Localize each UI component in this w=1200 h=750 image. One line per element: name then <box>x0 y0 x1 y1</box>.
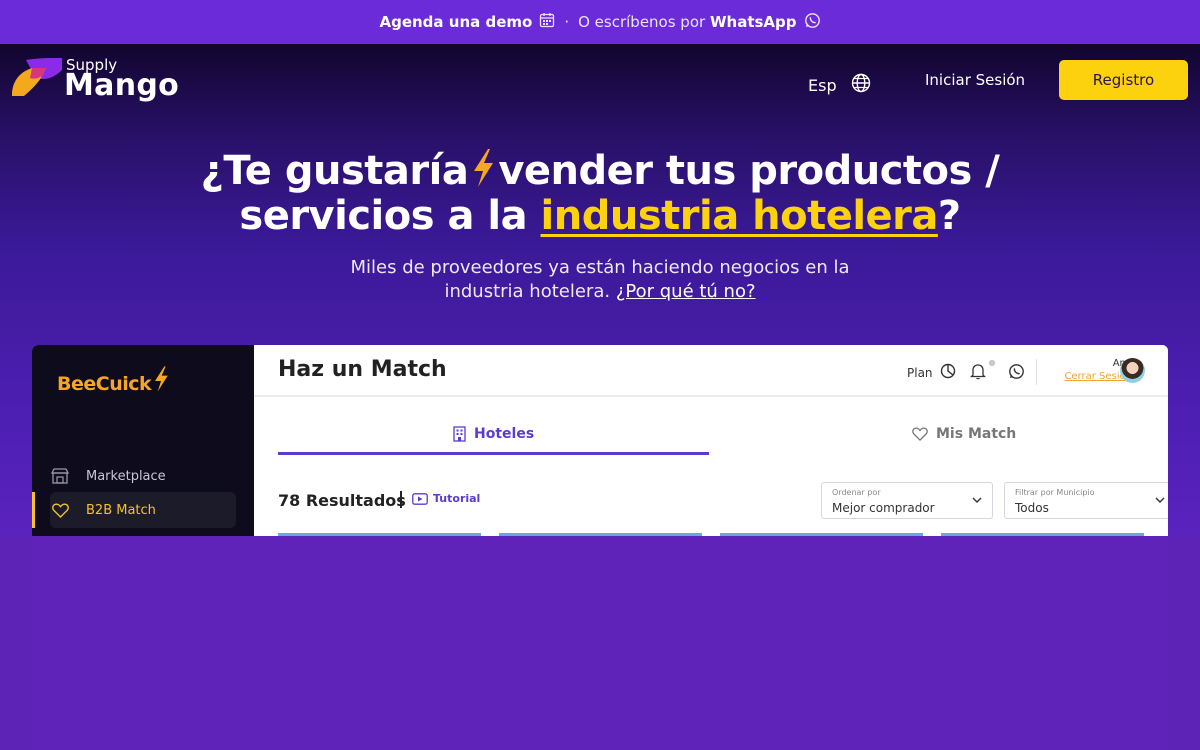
avatar[interactable] <box>1120 358 1145 383</box>
header-divider-line <box>254 395 1168 397</box>
brand-text: BeeCuick <box>57 373 152 395</box>
globe-icon <box>851 73 870 92</box>
result-card[interactable] <box>941 533 1144 536</box>
preview-sidebar: BeeCuick Marketplace B2B Match <box>32 345 254 536</box>
sidebar-item-marketplace[interactable]: Marketplace <box>50 458 236 494</box>
notification-dot-icon <box>988 359 996 367</box>
subtitle-text: Miles de proveedores ya están haciendo n… <box>350 257 850 302</box>
headline-end: ? <box>937 193 961 239</box>
result-card[interactable] <box>499 533 702 536</box>
result-card[interactable] <box>720 533 923 536</box>
play-video-icon <box>412 492 428 505</box>
preview-main: Haz un Match Plan Ana Cerrar Sesión Hote… <box>254 345 1168 536</box>
headline-part1: ¿Te gustaría <box>200 148 469 194</box>
hero-headline: ¿Te gustaría vender tus productos / servi… <box>150 148 1050 239</box>
tab-label: Hoteles <box>474 426 535 442</box>
heart-icon <box>50 503 70 518</box>
supply-mango-logo[interactable]: Supply Mango <box>12 56 179 103</box>
result-card[interactable] <box>278 533 481 536</box>
contact-text: O escríbenos por <box>578 13 706 31</box>
select-value: Todos <box>1015 501 1049 515</box>
order-select[interactable]: Ordenar por Mejor comprador <box>821 482 993 519</box>
lightning-icon <box>474 149 494 187</box>
building-icon <box>453 426 466 442</box>
headline-highlight: industria hotelera <box>540 193 939 239</box>
language-label: Esp <box>808 76 837 95</box>
headline-part2: vender tus productos / <box>498 148 1000 194</box>
plan-label[interactable]: Plan <box>907 366 933 380</box>
heart-icon <box>912 427 928 441</box>
select-value: Mejor comprador <box>832 501 935 515</box>
lightning-icon <box>155 366 168 392</box>
language-selector[interactable]: Esp <box>808 70 871 95</box>
announcement-bar: Agenda una demo · O escríbenos por Whats… <box>0 0 1200 44</box>
results-count: 78 Resultados <box>278 491 406 510</box>
demo-link[interactable]: Agenda una demo <box>379 13 532 31</box>
beecuick-logo: BeeCuick <box>57 365 171 395</box>
calendar-icon[interactable] <box>539 12 555 32</box>
page-title: Haz un Match <box>278 357 447 382</box>
whatsapp-icon[interactable] <box>804 12 821 33</box>
sidebar-item-b2b-match[interactable]: B2B Match <box>50 492 236 528</box>
municipality-filter-select[interactable]: Filtrar por Municipio Todos <box>1004 482 1168 519</box>
active-indicator <box>32 492 35 528</box>
tutorial-label: Tutorial <box>433 492 481 505</box>
register-button[interactable]: Registro <box>1059 60 1188 100</box>
tutorial-link[interactable]: Tutorial <box>412 492 480 505</box>
result-cards-row <box>278 533 1144 536</box>
store-icon <box>50 468 70 484</box>
chevron-down-icon <box>972 497 982 503</box>
hero-subtitle: Miles de proveedores ya están haciendo n… <box>330 256 870 304</box>
logo-big-text: Mango <box>64 68 180 103</box>
headline-part3: servicios a la <box>239 193 528 239</box>
app-preview: BeeCuick Marketplace B2B Match Haz un Ma… <box>32 345 1168 536</box>
whatsapp-link[interactable]: WhatsApp <box>710 13 797 31</box>
login-link[interactable]: Iniciar Sesión <box>925 71 1025 89</box>
tab-label: Mis Match <box>936 426 1017 442</box>
mango-logo-icon <box>12 58 62 96</box>
lower-panel <box>32 536 1168 750</box>
select-label: Filtrar por Municipio <box>1015 488 1095 497</box>
separator-dot: · <box>564 13 570 31</box>
sidebar-item-label: B2B Match <box>86 502 156 518</box>
chevron-down-icon <box>1155 497 1165 503</box>
pie-chart-icon[interactable] <box>940 363 956 379</box>
bell-icon[interactable] <box>970 363 986 380</box>
why-not-link[interactable]: ¿Por qué tú no? <box>616 281 756 302</box>
logout-link[interactable]: Cerrar Sesión <box>1014 371 1132 382</box>
tab-hoteles[interactable]: Hoteles <box>453 423 534 445</box>
tab-mis-match[interactable]: Mis Match <box>912 423 1016 445</box>
active-tab-underline <box>278 452 709 455</box>
sidebar-item-label: Marketplace <box>86 468 166 484</box>
select-label: Ordenar por <box>832 488 881 497</box>
results-divider <box>400 491 402 508</box>
user-name: Ana <box>1014 358 1132 369</box>
